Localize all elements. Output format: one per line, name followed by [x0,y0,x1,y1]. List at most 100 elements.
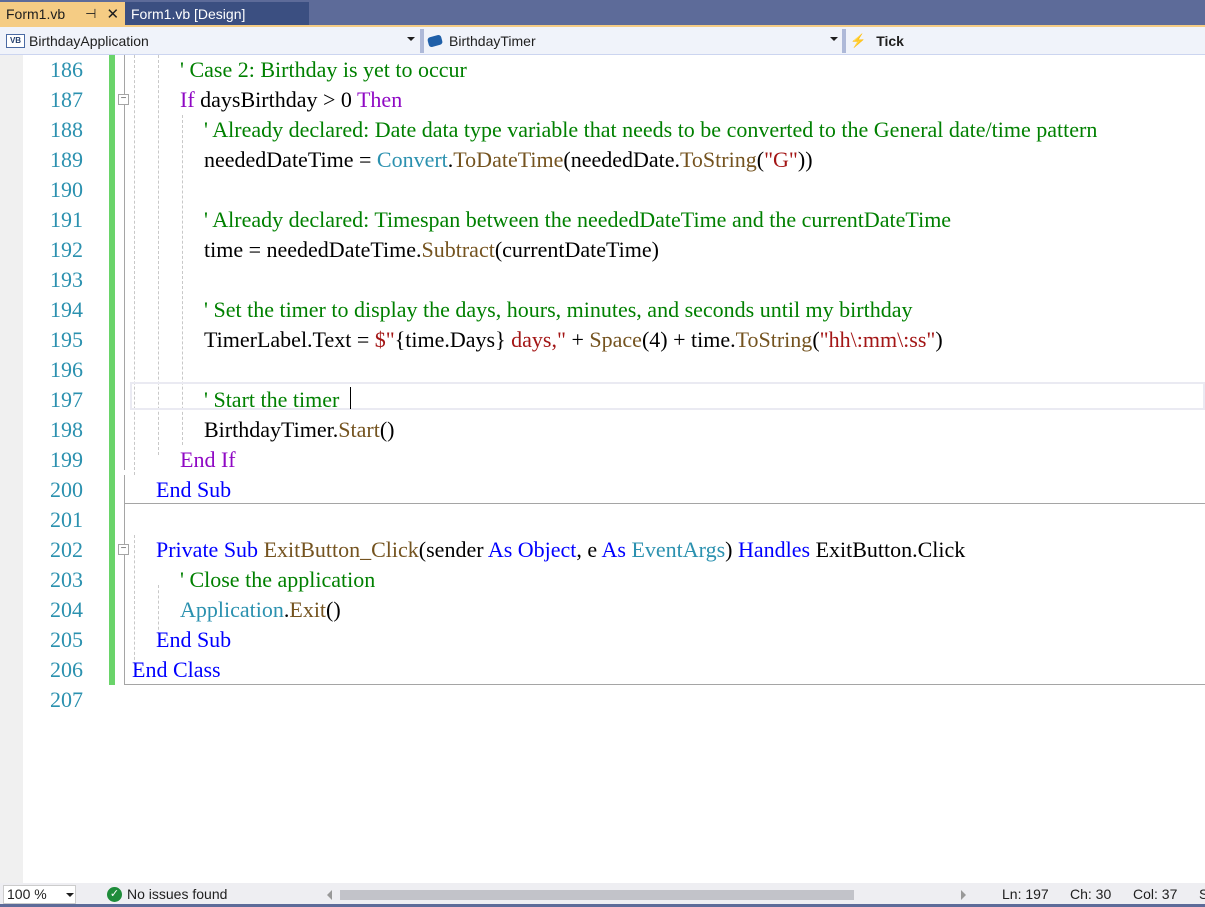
line-number: 193 [50,267,83,292]
issues-status[interactable]: No issues found [127,886,227,902]
line-number: 190 [50,177,83,202]
code-line[interactable]: 190 [0,175,1205,205]
code-token: (currentDateTime) [494,237,659,262]
line-number: 198 [50,417,83,442]
tab-form1-design[interactable]: Form1.vb [Design] [125,2,309,25]
divider [420,29,424,53]
pin-icon[interactable]: ⊣ [85,6,96,22]
code-token: () [326,597,341,622]
code-line[interactable]: 204 Application.Exit() [0,595,1205,625]
code-line[interactable]: 207 [0,685,1205,715]
code-text[interactable]: ' Already declared: Timespan between the… [204,205,951,235]
code-text[interactable]: Private Sub ExitButton_Click(sender As O… [156,535,965,565]
code-token: BirthdayTimer. [204,417,339,442]
code-text[interactable]: BirthdayTimer.Start() [204,415,394,445]
code-token: ' Already declared: Timespan between the… [204,207,952,232]
text-caret [350,387,351,409]
code-text[interactable]: End If [180,445,236,475]
zoom-dropdown[interactable]: 100 % [3,885,76,904]
code-line[interactable]: 203 ' Close the application [0,565,1205,595]
code-token: ' Case 2: Birthday is yet to occur [180,57,467,82]
line-number: 192 [50,237,83,262]
line-number: 191 [50,207,83,232]
code-line[interactable]: 192 time = neededDateTime.Subtract(curren… [0,235,1205,265]
code-text[interactable]: ' Case 2: Birthday is yet to occur [180,55,467,85]
horizontal-scrollbar-thumb[interactable] [340,890,854,900]
code-line[interactable]: 191 ' Already declared: Timespan between … [0,205,1205,235]
code-token: End Sub [156,477,232,502]
code-text[interactable]: ' Already declared: Date data type varia… [204,115,1097,145]
code-line[interactable]: 186 ' Case 2: Birthday is yet to occur [0,55,1205,85]
code-line[interactable]: 200 End Sub [0,475,1205,505]
code-token: "hh\:mm\:ss" [819,327,936,352]
code-token: End Sub [156,627,232,652]
scroll-right-icon[interactable] [961,890,966,900]
code-text[interactable]: End Class [132,655,221,685]
line-number: 207 [50,687,83,712]
line-number: 199 [50,447,83,472]
code-line[interactable]: 194 ' Set the timer to display the days, … [0,295,1205,325]
code-line[interactable]: 187 If daysBirthday > 0 Then [0,85,1205,115]
project-dropdown[interactable]: VB BirthdayApplication [0,29,420,53]
code-token: ' Close the application [180,567,376,592]
line-number: 194 [50,297,83,322]
code-line[interactable]: 193 [0,265,1205,295]
code-text[interactable]: If daysBirthday > 0 Then [180,85,402,115]
code-text[interactable]: time = neededDateTime.Subtract(currentDa… [204,235,659,265]
object-dropdown[interactable]: BirthdayTimer [426,29,838,53]
code-token: As [601,537,632,562]
code-editor[interactable]: − − 186 ' Case 2: Birthday is yet to occu… [0,55,1205,883]
code-text[interactable]: ' Start the timer [204,385,339,415]
code-text[interactable]: End Sub [156,625,231,655]
close-icon[interactable]: ✕ [106,5,119,23]
code-line[interactable]: 202 Private Sub ExitButton_Click(sender A… [0,535,1205,565]
code-text[interactable]: ' Close the application [180,565,375,595]
code-text[interactable]: Application.Exit() [180,595,341,625]
code-token: () [379,417,395,442]
code-line[interactable]: 198 BirthdayTimer.Start() [0,415,1205,445]
chevron-down-icon[interactable] [407,37,415,41]
code-token: ' Set the timer to display the days, hou… [204,297,913,322]
code-text[interactable]: neededDateTime = Convert.ToDateTime(need… [204,145,813,175]
code-line[interactable]: 195 TimerLabel.Text = $"{time.Days} days,… [0,325,1205,355]
code-token: daysBirthday > 0 [194,87,357,112]
line-number-status[interactable]: Ln: 197 [1002,886,1049,902]
line-number: 188 [50,117,83,142]
line-number: 186 [50,57,83,82]
code-text[interactable]: End Sub [156,475,231,505]
column-status[interactable]: Col: 37 [1133,886,1177,902]
event-label: Tick [876,33,904,49]
code-token: Space [589,327,642,352]
line-number: 206 [50,657,83,682]
code-token: + [565,327,590,352]
code-token: ToDateTime [453,147,564,172]
char-status[interactable]: Ch: 30 [1070,886,1111,902]
code-line[interactable]: 206 End Class [0,655,1205,685]
code-line[interactable]: 201 [0,505,1205,535]
code-token: )) [797,147,813,172]
code-token: ToString [680,147,757,172]
code-text[interactable]: TimerLabel.Text = $"{time.Days} days," +… [204,325,943,355]
code-text[interactable]: ' Set the timer to display the days, hou… [204,295,912,325]
tab-form1-vb[interactable]: Form1.vb ⊣ ✕ [0,2,125,25]
code-token: ToString [735,327,813,352]
code-token: ' Start the timer [204,387,340,412]
code-token: {time.Days} [394,327,506,352]
code-line[interactable]: 197 ' Start the timer [0,385,1205,415]
code-line[interactable]: 196 [0,355,1205,385]
line-number: 202 [50,537,83,562]
event-dropdown[interactable]: ⚡ Tick [850,29,1205,53]
code-token: ) [935,327,943,352]
code-line[interactable]: 188 ' Already declared: Date data type va… [0,115,1205,145]
code-line[interactable]: 189 neededDateTime = Convert.ToDateTime(n… [0,145,1205,175]
code-line[interactable]: 199 End If [0,445,1205,475]
navigation-bar: VB BirthdayApplication BirthdayTimer ⚡ T… [0,27,1205,55]
code-line[interactable]: 205 End Sub [0,625,1205,655]
code-token: Then [356,87,403,112]
spaces-status[interactable]: S [1199,886,1205,902]
code-token: time = neededDateTime. [204,237,422,262]
chevron-down-icon [66,893,74,897]
chevron-down-icon[interactable] [830,37,838,41]
scroll-left-icon[interactable] [327,890,332,900]
code-token: If [180,87,195,112]
